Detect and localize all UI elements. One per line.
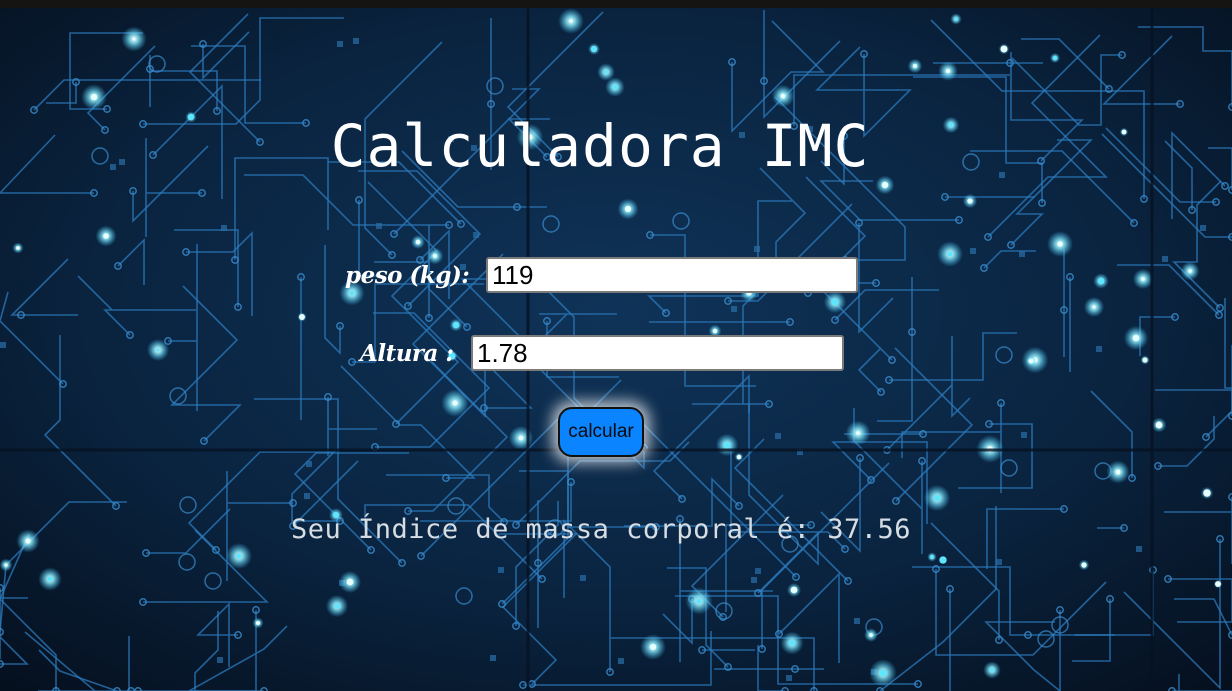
altura-label: Altura :	[360, 340, 454, 367]
calculator-panel: Calculadora IMC peso (kg): Altura : calc…	[0, 0, 1232, 691]
peso-input[interactable]	[486, 257, 858, 293]
peso-label: peso (kg):	[345, 262, 470, 289]
altura-input[interactable]	[471, 335, 844, 371]
result-text: Seu Índice de massa corporal é: 37.56	[291, 514, 911, 545]
page-title: Calculadora IMC	[330, 112, 870, 180]
top-strip	[0, 0, 1232, 8]
calcular-button[interactable]: calcular	[558, 407, 644, 457]
